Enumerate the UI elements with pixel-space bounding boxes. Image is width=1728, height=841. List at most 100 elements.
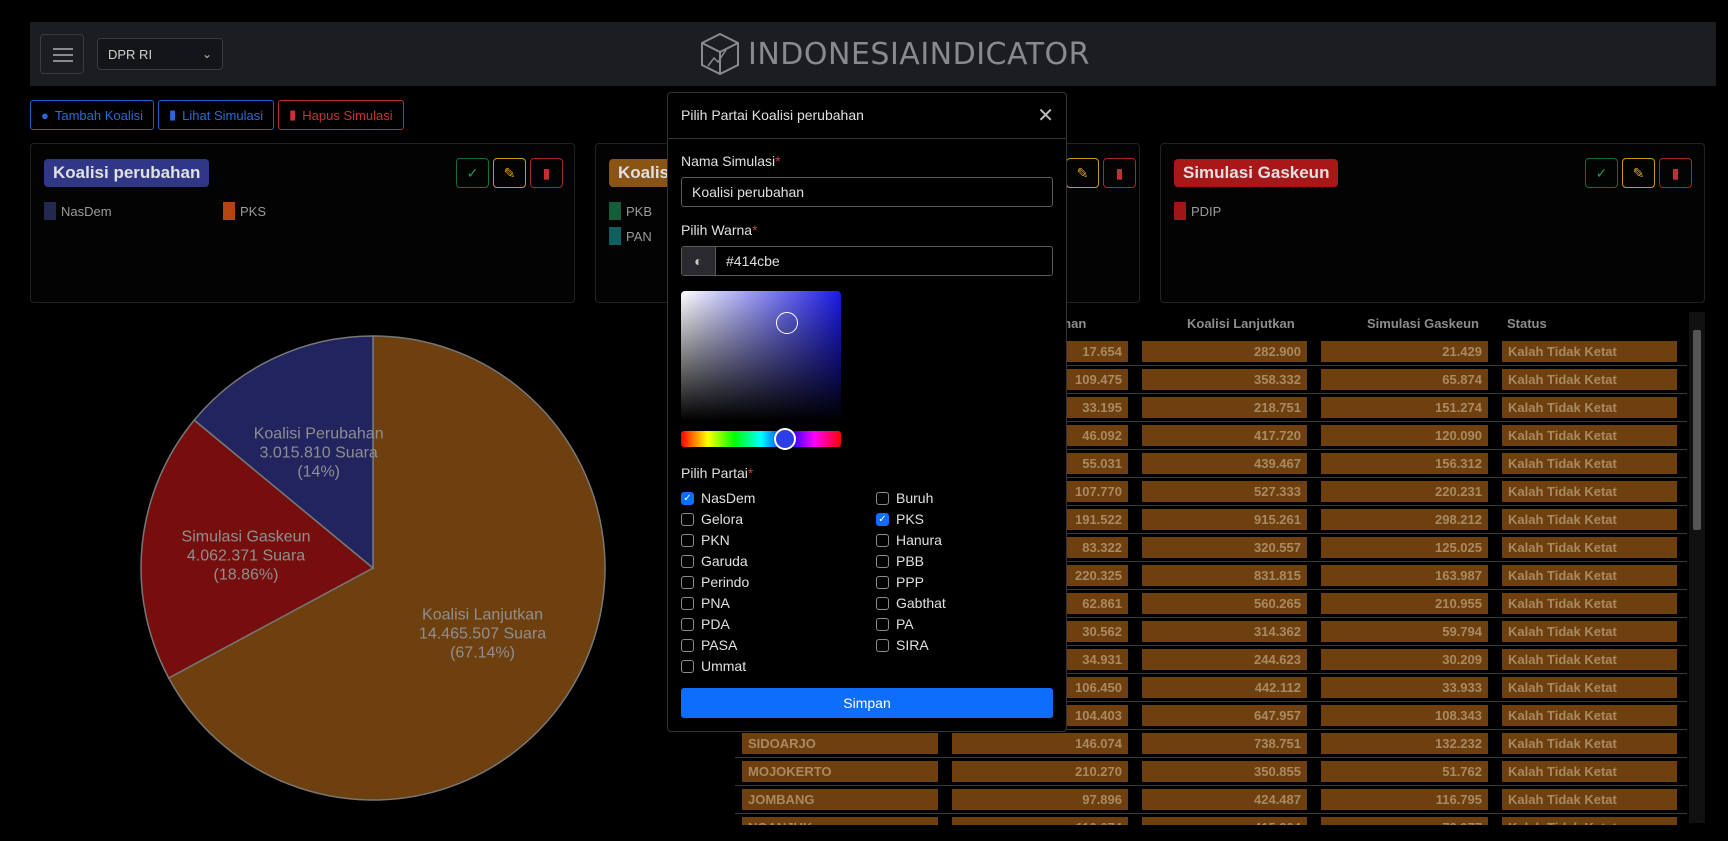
checkbox-icon[interactable]: [681, 596, 694, 610]
delete-button[interactable]: ▮: [1103, 158, 1136, 188]
party-checkbox[interactable]: PNA: [681, 595, 730, 611]
party-checkbox[interactable]: PPP: [876, 574, 924, 590]
hue-slider[interactable]: [681, 428, 841, 450]
save-button[interactable]: Simpan: [681, 688, 1053, 718]
pie-slice-label: Koalisi Perubahan: [254, 426, 384, 443]
party-swatch: [1174, 202, 1186, 220]
modal-title: Pilih Partai Koalisi perubahan: [681, 107, 864, 123]
edit-button[interactable]: ✎: [1622, 158, 1655, 188]
cube-logo-icon: [701, 32, 739, 76]
table-cell: SIDOARJO: [742, 733, 938, 754]
pencil-icon: ✎: [1632, 164, 1645, 181]
checkbox-icon[interactable]: [681, 533, 694, 547]
party-select-modal: Pilih Partai Koalisi perubahan ✕ Nama Si…: [667, 92, 1067, 732]
menu-toggle-button[interactable]: [40, 34, 84, 74]
table-cell: 132.232: [1321, 733, 1488, 754]
checkbox-icon[interactable]: [876, 638, 889, 652]
party-checkbox[interactable]: Gelora: [681, 511, 743, 527]
party-checkbox[interactable]: PKN: [681, 532, 730, 548]
close-icon[interactable]: ✕: [1037, 103, 1054, 128]
party-checkbox[interactable]: Perindo: [681, 574, 749, 590]
party-swatch: [44, 202, 56, 220]
trash-icon: ▮: [1671, 164, 1680, 181]
party-checkbox[interactable]: ✓ NasDem: [681, 490, 755, 506]
checkbox-icon[interactable]: [876, 533, 889, 547]
party-checkbox[interactable]: ✓ PKS: [876, 511, 924, 527]
status-cell: Kalah Tidak Ketat: [1502, 369, 1677, 390]
scrollbar-thumb[interactable]: [1693, 330, 1701, 530]
trash-icon: ▮: [1115, 164, 1124, 181]
party-checkbox[interactable]: Buruh: [876, 490, 933, 506]
checkbox-icon[interactable]: [876, 554, 889, 568]
file-icon: ▮: [169, 107, 177, 122]
table-cell: 120.090: [1321, 425, 1488, 446]
saturation-handle[interactable]: [776, 312, 798, 334]
party-checkbox[interactable]: Hanura: [876, 532, 942, 548]
party-checkbox[interactable]: SIRA: [876, 637, 929, 653]
checkbox-icon[interactable]: [681, 512, 694, 526]
table-cell: 527.333: [1142, 481, 1307, 502]
party-checkbox[interactable]: PASA: [681, 637, 737, 653]
checkbox-icon[interactable]: [681, 575, 694, 589]
table-cell: 915.261: [1142, 509, 1307, 530]
party-checkbox[interactable]: Ummat: [681, 658, 746, 674]
check-button[interactable]: ✓: [1585, 158, 1618, 188]
delete-button[interactable]: ▮: [530, 158, 563, 188]
simulation-name-input[interactable]: Koalisi perubahan: [681, 177, 1053, 207]
hue-handle[interactable]: [774, 428, 796, 450]
table-cell: 30.209: [1321, 649, 1488, 670]
checkbox-icon[interactable]: [681, 659, 694, 673]
table-cell: 146.074: [952, 733, 1128, 754]
checkbox-icon[interactable]: [876, 596, 889, 610]
party-checkbox[interactable]: Garuda: [681, 553, 748, 569]
party-checkbox[interactable]: Gabthat: [876, 595, 946, 611]
check-button[interactable]: ✓: [456, 158, 489, 188]
table-cell: 151.274: [1321, 397, 1488, 418]
checkbox-icon[interactable]: [681, 554, 694, 568]
status-cell: Kalah Tidak Ketat: [1502, 341, 1677, 362]
checkbox-icon[interactable]: [876, 491, 889, 505]
table-cell: 116.795: [1321, 789, 1488, 810]
status-cell: Kalah Tidak Ketat: [1502, 789, 1677, 810]
checkbox-icon[interactable]: [681, 638, 694, 652]
status-cell: Kalah Tidak Ketat: [1502, 761, 1677, 782]
table-cell: 33.933: [1321, 677, 1488, 698]
table-scrollbar[interactable]: [1689, 312, 1705, 823]
color-hex-value[interactable]: #414cbe: [716, 247, 790, 275]
pie-slice-label: 3.015.810 Suara: [260, 445, 378, 462]
status-cell: Kalah Tidak Ketat: [1502, 621, 1677, 642]
checkbox-icon[interactable]: [876, 617, 889, 631]
table-cell: NGANJUK: [742, 817, 938, 825]
column-header: Koalisi Lanjutkan: [1187, 316, 1295, 331]
edit-button[interactable]: ✎: [493, 158, 526, 188]
table-cell: 220.231: [1321, 481, 1488, 502]
pie-slice-label: 4.062.371 Suara: [187, 547, 305, 564]
delete-simulation-button[interactable]: ▮ Hapus Simulasi: [278, 100, 404, 130]
view-simulation-button[interactable]: ▮ Lihat Simulasi: [158, 100, 275, 130]
checkbox-icon[interactable]: [876, 575, 889, 589]
party-checkbox[interactable]: PDA: [681, 616, 730, 632]
status-cell: Kalah Tidak Ketat: [1502, 481, 1677, 502]
trash-icon: ▮: [289, 107, 297, 122]
edit-button[interactable]: ✎: [1066, 158, 1099, 188]
coalition-card: Simulasi Gaskeun ✓ ✎ ▮ PDIP: [1160, 143, 1705, 303]
color-input[interactable]: ◐ #414cbe: [681, 246, 1053, 276]
add-coalition-button[interactable]: ● Tambah Koalisi: [30, 100, 155, 130]
checked-icon[interactable]: ✓: [876, 512, 889, 526]
table-cell: 415.204: [1142, 817, 1307, 825]
table-cell: 218.751: [1142, 397, 1307, 418]
region-select[interactable]: DPR RI ⌄: [97, 38, 223, 70]
status-cell: Kalah Tidak Ketat: [1502, 425, 1677, 446]
checkbox-icon[interactable]: [681, 617, 694, 631]
table-cell: 647.957: [1142, 705, 1307, 726]
pie-slice-label: (14%): [297, 464, 340, 481]
party-checkbox[interactable]: PBB: [876, 553, 924, 569]
table-cell: 108.343: [1321, 705, 1488, 726]
table-row: SIDOARJO 146.074 738.751 132.232 Kalah Tidak…: [735, 730, 1687, 758]
table-row: JOMBANG 97.896 424.487 116.795 Kalah Tidak K…: [735, 786, 1687, 814]
checked-icon[interactable]: ✓: [681, 491, 694, 505]
saturation-picker[interactable]: [681, 291, 841, 421]
delete-button[interactable]: ▮: [1659, 158, 1692, 188]
party-checkbox[interactable]: PA: [876, 616, 914, 632]
table-cell: 110.674: [952, 817, 1128, 825]
